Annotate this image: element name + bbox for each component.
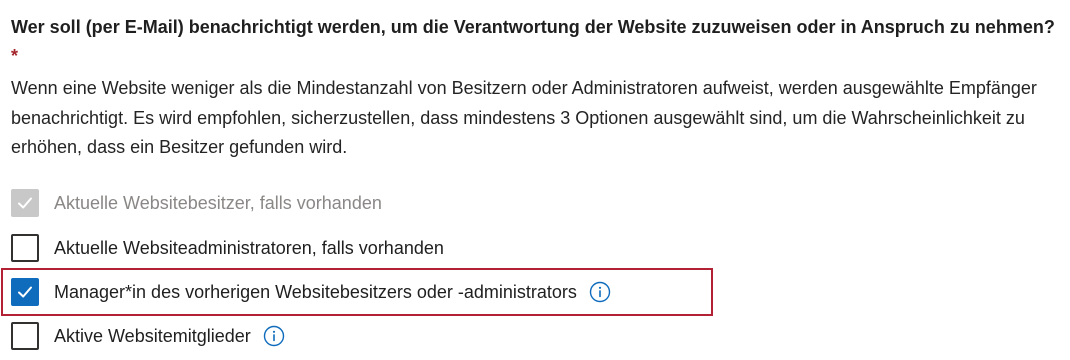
- option-current-site-admins[interactable]: Aktuelle Websiteadministratoren, falls v…: [11, 232, 444, 264]
- info-icon[interactable]: [589, 281, 611, 303]
- checkbox-previous-owner-manager[interactable]: [11, 278, 39, 306]
- checkmark-icon: [18, 197, 32, 209]
- option-label-previous-owner-manager[interactable]: Manager*in des vorherigen Websitebesitze…: [54, 282, 577, 303]
- question-text: Wer soll (per E-Mail) benachrichtigt wer…: [11, 17, 1055, 37]
- option-label-current-site-admins[interactable]: Aktuelle Websiteadministratoren, falls v…: [54, 238, 444, 259]
- question-heading: Wer soll (per E-Mail) benachrichtigt wer…: [11, 13, 1061, 71]
- option-label-active-site-members[interactable]: Aktive Websitemitglieder: [54, 326, 251, 347]
- required-marker: *: [11, 46, 19, 66]
- question-description: Wenn eine Website weniger als die Mindes…: [11, 78, 1037, 157]
- option-active-site-members[interactable]: Aktive Websitemitglieder: [11, 320, 285, 352]
- checkbox-current-site-admins[interactable]: [11, 234, 39, 262]
- checkbox-active-site-members[interactable]: [11, 322, 39, 350]
- info-icon[interactable]: [263, 325, 285, 347]
- checkbox-current-site-owners: [11, 189, 39, 217]
- option-previous-owner-manager[interactable]: Manager*in des vorherigen Websitebesitze…: [11, 276, 611, 308]
- option-current-site-owners: Aktuelle Websitebesitzer, falls vorhande…: [11, 187, 382, 219]
- option-label-current-site-owners: Aktuelle Websitebesitzer, falls vorhande…: [54, 192, 382, 213]
- checkmark-icon: [18, 286, 32, 298]
